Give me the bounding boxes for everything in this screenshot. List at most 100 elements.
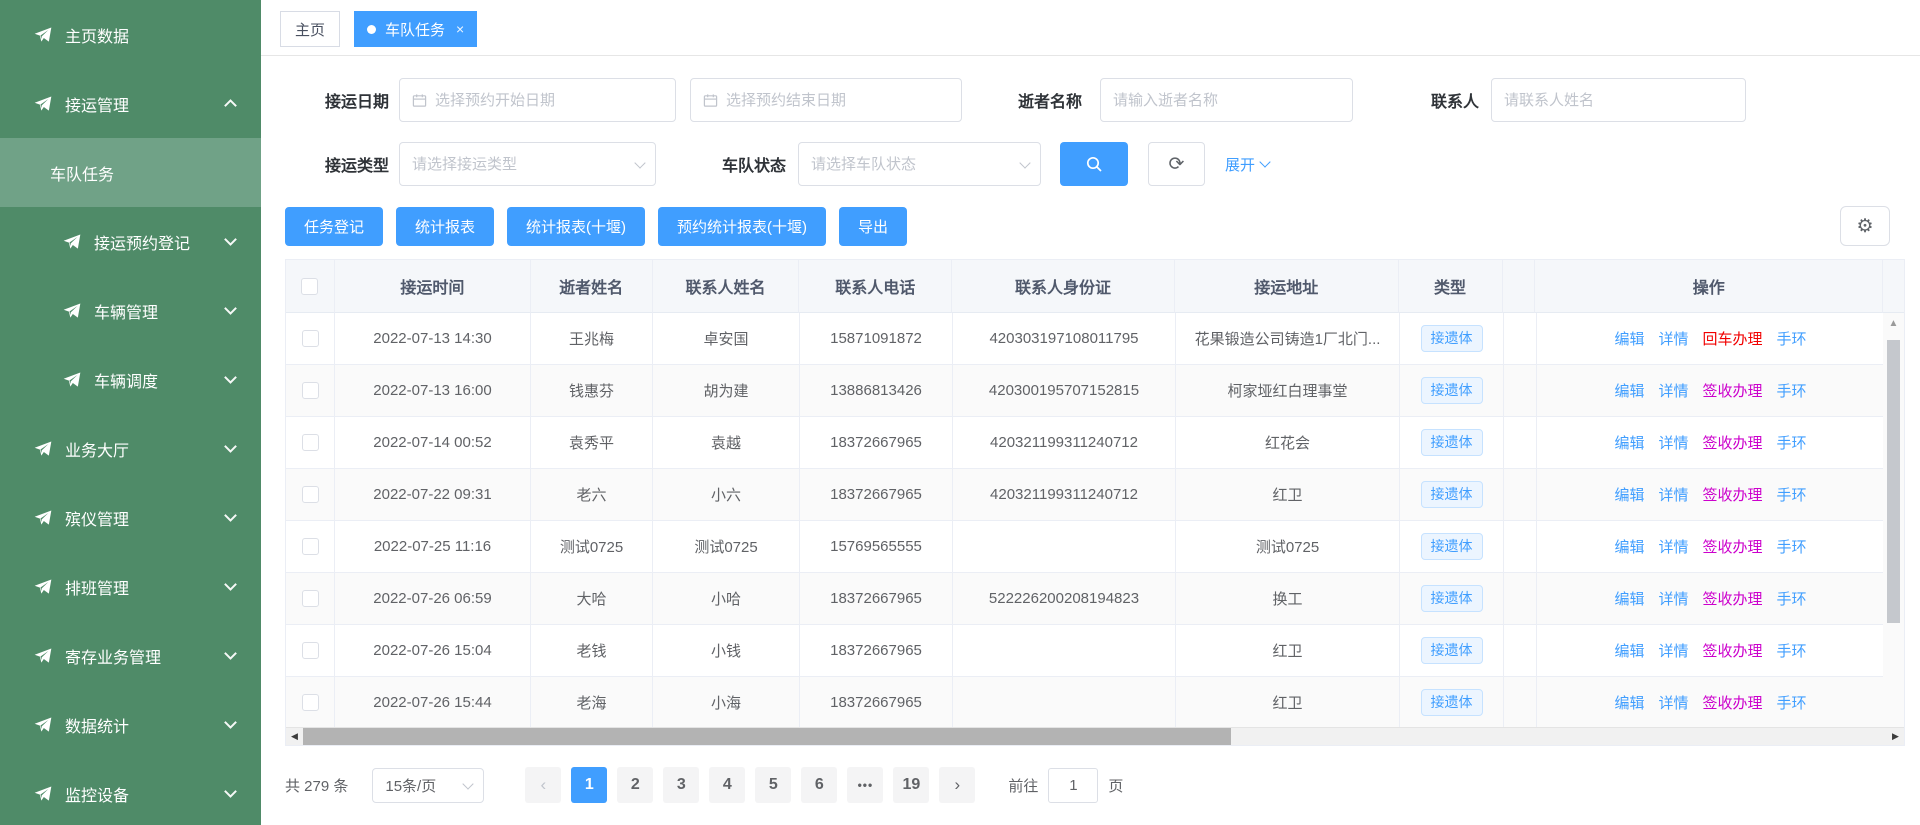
fleet-status-label: 车队状态 [656, 152, 786, 176]
bracelet-link[interactable]: 手环 [1777, 588, 1807, 609]
edit-link[interactable]: 编辑 [1614, 536, 1644, 557]
page-button-6[interactable]: 6 [801, 767, 837, 803]
bracelet-link[interactable]: 手环 [1777, 432, 1807, 453]
sign-link[interactable]: 签收办理 [1703, 536, 1763, 557]
sidebar-item-vehicle-management[interactable]: 车辆管理 [0, 276, 261, 345]
date-start-field[interactable] [435, 92, 663, 109]
tab-close-icon[interactable]: × [456, 22, 464, 36]
bracelet-link[interactable]: 手环 [1777, 328, 1807, 349]
refresh-button[interactable]: ⟳ [1148, 142, 1205, 186]
pickup-type-field[interactable] [412, 156, 643, 173]
detail-link[interactable]: 详情 [1658, 432, 1688, 453]
bracelet-link[interactable]: 手环 [1777, 536, 1807, 557]
sidebar-item-home-data[interactable]: 主页数据 [0, 0, 261, 69]
sidebar-item-business-hall[interactable]: 业务大厅 [0, 414, 261, 483]
detail-link[interactable]: 详情 [1658, 328, 1688, 349]
sign-link[interactable]: 签收办理 [1703, 484, 1763, 505]
pickup-type-select[interactable] [399, 142, 656, 186]
next-page-button[interactable]: › [939, 767, 975, 803]
vertical-scrollbar-thumb[interactable] [1887, 340, 1900, 623]
vertical-scrollbar[interactable]: ▲ [1883, 313, 1904, 729]
detail-link[interactable]: 详情 [1658, 380, 1688, 401]
bracelet-link[interactable]: 手环 [1777, 692, 1807, 713]
detail-link[interactable]: 详情 [1658, 692, 1688, 713]
task-register-button[interactable]: 任务登记 [285, 207, 383, 246]
edit-link[interactable]: 编辑 [1614, 484, 1644, 505]
search-button[interactable] [1060, 142, 1128, 186]
page-button-4[interactable]: 4 [709, 767, 745, 803]
bracelet-link[interactable]: 手环 [1777, 640, 1807, 661]
sign-link[interactable]: 签收办理 [1703, 692, 1763, 713]
stats-report-button[interactable]: 统计报表 [396, 207, 494, 246]
scroll-up-arrow-icon[interactable]: ▲ [1883, 313, 1904, 333]
row-checkbox[interactable] [302, 694, 319, 711]
type-badge: 接遗体 [1421, 429, 1483, 456]
contact-input[interactable] [1491, 78, 1746, 122]
scroll-left-arrow-icon[interactable]: ◀ [286, 728, 303, 745]
expand-toggle[interactable]: 展开 [1225, 154, 1269, 175]
horizontal-scrollbar[interactable]: ◀ ▶ [286, 727, 1904, 745]
page-size-select[interactable]: 15条/页 [372, 768, 484, 803]
stats-report-shiyan-button[interactable]: 统计报表(十堰) [507, 207, 645, 246]
row-checkbox[interactable] [302, 330, 319, 347]
edit-link[interactable]: 编辑 [1614, 380, 1644, 401]
edit-link[interactable]: 编辑 [1614, 432, 1644, 453]
sidebar-item-funeral-management[interactable]: 殡仪管理 [0, 483, 261, 552]
sidebar-item-monitoring-devices[interactable]: 监控设备 [0, 759, 261, 825]
date-end-field[interactable] [726, 92, 949, 109]
edit-link[interactable]: 编辑 [1614, 692, 1644, 713]
page-button-1[interactable]: 1 [571, 767, 607, 803]
sign-link[interactable]: 签收办理 [1703, 432, 1763, 453]
edit-link[interactable]: 编辑 [1614, 640, 1644, 661]
sidebar-item-fleet-tasks[interactable]: 车队任务 [0, 138, 261, 207]
sidebar-item-vehicle-dispatch[interactable]: 车辆调度 [0, 345, 261, 414]
edit-link[interactable]: 编辑 [1614, 588, 1644, 609]
sign-link[interactable]: 签收办理 [1703, 380, 1763, 401]
page-button-5[interactable]: 5 [755, 767, 791, 803]
chevron-down-icon [224, 302, 237, 315]
page-button-19[interactable]: 19 [893, 767, 929, 803]
fleet-status-select[interactable] [798, 142, 1041, 186]
sidebar-item-transport-management[interactable]: 接运管理 [0, 69, 261, 138]
deceased-name-field[interactable] [1113, 92, 1340, 109]
date-end-input[interactable] [690, 78, 962, 122]
cell-contact-phone: 15769565555 [800, 521, 953, 573]
export-button[interactable]: 导出 [839, 207, 907, 246]
row-checkbox[interactable] [302, 538, 319, 555]
sidebar-item-transport-reservation[interactable]: 接运预约登记 [0, 207, 261, 276]
sidebar-item-data-statistics[interactable]: 数据统计 [0, 690, 261, 759]
bracelet-link[interactable]: 手环 [1777, 380, 1807, 401]
goto-page-input[interactable] [1048, 768, 1098, 803]
detail-link[interactable]: 详情 [1658, 640, 1688, 661]
column-settings-button[interactable]: ⚙ [1840, 206, 1890, 246]
contact-field[interactable] [1504, 92, 1733, 109]
sidebar-item-storage-business[interactable]: 寄存业务管理 [0, 621, 261, 690]
return-car-link[interactable]: 回车办理 [1703, 328, 1763, 349]
edit-link[interactable]: 编辑 [1614, 328, 1644, 349]
select-all-checkbox[interactable] [301, 278, 318, 295]
horizontal-scrollbar-thumb[interactable] [303, 728, 1231, 745]
detail-link[interactable]: 详情 [1658, 484, 1688, 505]
page-button-2[interactable]: 2 [617, 767, 653, 803]
row-checkbox[interactable] [302, 434, 319, 451]
tab-home[interactable]: 主页 [280, 11, 340, 47]
prev-page-button[interactable]: ‹ [525, 767, 561, 803]
sign-link[interactable]: 签收办理 [1703, 640, 1763, 661]
scroll-right-arrow-icon[interactable]: ▶ [1887, 728, 1904, 745]
deceased-name-input[interactable] [1100, 78, 1353, 122]
fleet-status-field[interactable] [811, 156, 1028, 173]
row-checkbox[interactable] [302, 382, 319, 399]
page-button-3[interactable]: 3 [663, 767, 699, 803]
detail-link[interactable]: 详情 [1658, 588, 1688, 609]
sidebar-item-shift-management[interactable]: 排班管理 [0, 552, 261, 621]
row-checkbox[interactable] [302, 642, 319, 659]
row-checkbox[interactable] [302, 590, 319, 607]
date-start-input[interactable] [399, 78, 676, 122]
sign-link[interactable]: 签收办理 [1703, 588, 1763, 609]
bracelet-link[interactable]: 手环 [1777, 484, 1807, 505]
detail-link[interactable]: 详情 [1658, 536, 1688, 557]
row-checkbox[interactable] [302, 486, 319, 503]
reservation-stats-report-shiyan-button[interactable]: 预约统计报表(十堰) [658, 207, 826, 246]
tab-fleet-tasks[interactable]: 车队任务 × [354, 11, 477, 47]
page-ellipsis[interactable]: ••• [847, 767, 883, 803]
